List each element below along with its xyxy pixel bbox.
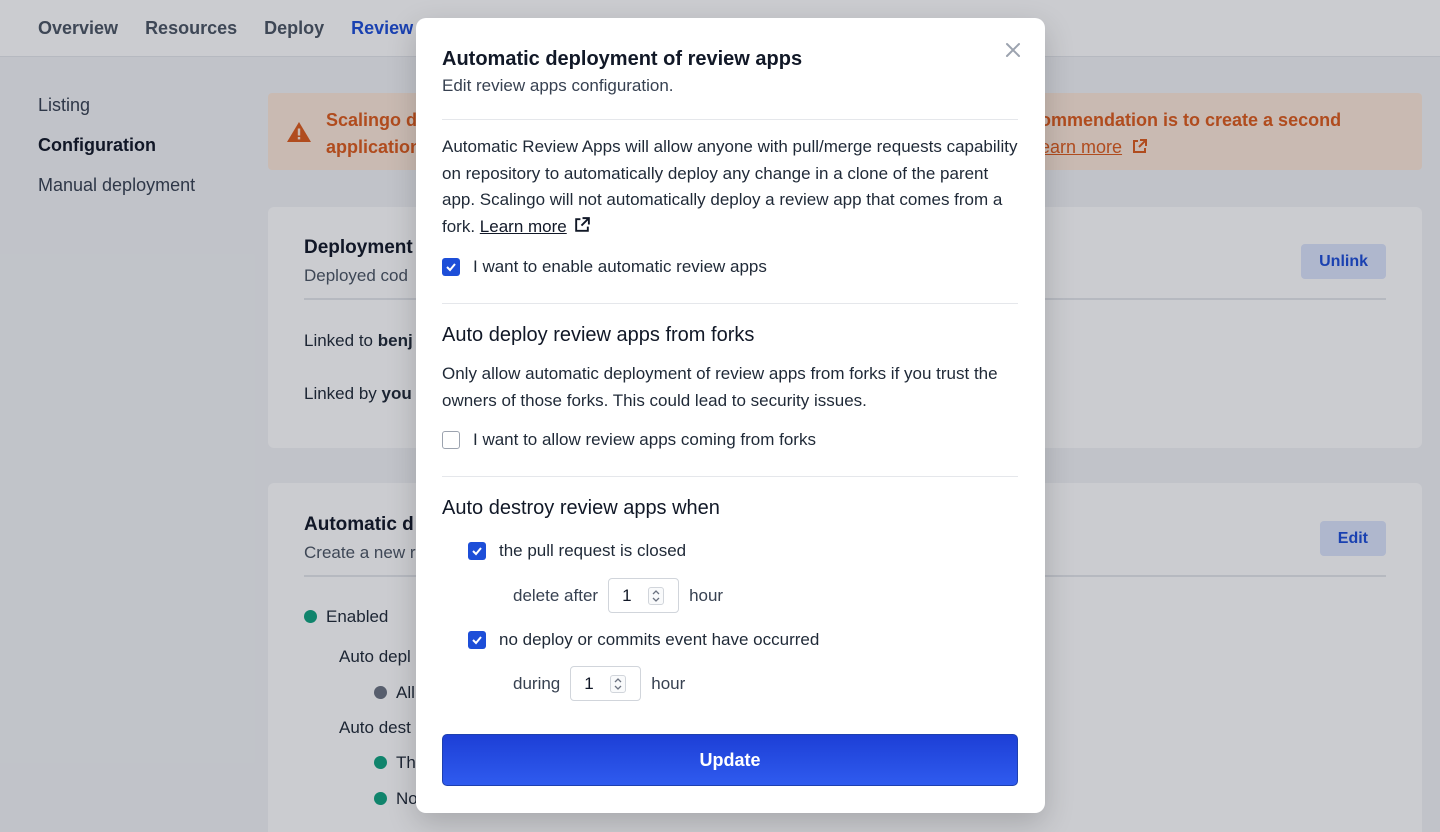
stepper-icon[interactable] (648, 587, 665, 605)
no-activity-checkbox[interactable]: no deploy or commits event have occurred (468, 630, 819, 650)
close-icon[interactable] (1005, 42, 1021, 58)
checkbox-checked-icon[interactable] (468, 542, 486, 560)
checkbox-unchecked-icon[interactable] (442, 431, 460, 449)
pr-closed-checkbox[interactable]: the pull request is closed (468, 541, 686, 561)
review-apps-modal: Automatic deployment of review apps Edit… (416, 18, 1045, 813)
update-button[interactable]: Update (442, 734, 1018, 786)
learn-more-link[interactable]: Learn more (480, 217, 567, 236)
divider (442, 476, 1018, 477)
stepper-icon[interactable] (610, 675, 627, 693)
during-row: during 1 hour (513, 666, 685, 701)
during-input[interactable]: 1 (570, 666, 642, 701)
modal-title: Automatic deployment of review apps (442, 48, 803, 70)
enable-review-apps-checkbox[interactable]: I want to enable automatic review apps (442, 257, 767, 277)
delete-after-input[interactable]: 1 (608, 578, 680, 613)
allow-forks-checkbox[interactable]: I want to allow review apps coming from … (442, 430, 816, 450)
forks-heading: Auto deploy review apps from forks (442, 324, 755, 346)
external-link-icon (575, 216, 591, 232)
checkbox-checked-icon[interactable] (468, 631, 486, 649)
checkbox-checked-icon[interactable] (442, 258, 460, 276)
delete-after-row: delete after 1 hour (513, 578, 723, 613)
forks-description: Only allow automatic deployment of revie… (442, 364, 998, 410)
divider (442, 303, 1018, 304)
divider (442, 119, 1018, 120)
modal-subtitle: Edit review apps configuration. (442, 76, 674, 95)
intro-text: Automatic Review Apps will allow anyone … (442, 137, 1018, 236)
destroy-heading: Auto destroy review apps when (442, 497, 720, 519)
